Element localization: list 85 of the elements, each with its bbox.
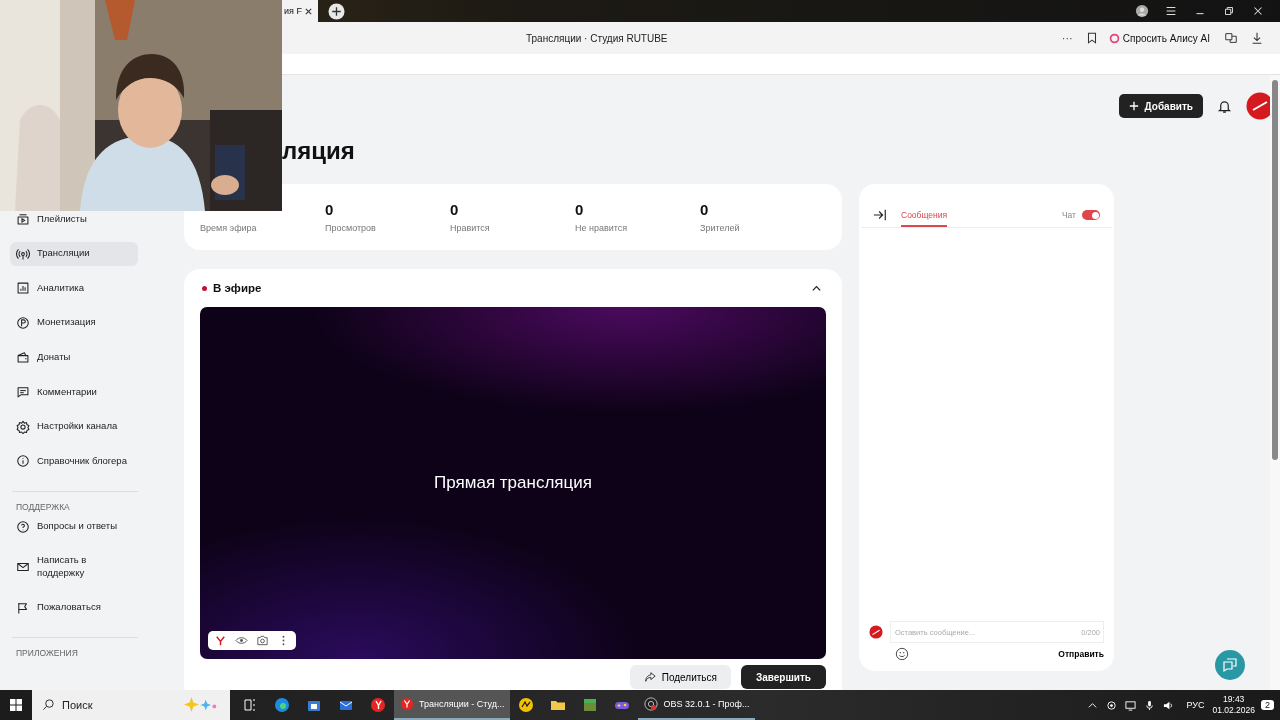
send-button[interactable]: Отправить: [1058, 649, 1104, 659]
yandex-app-icon: [400, 697, 414, 711]
taskbar-app[interactable]: OBS 32.0.1 - Проф...: [638, 690, 756, 720]
stat-label: Время эфира: [200, 223, 258, 233]
avatar: [869, 625, 883, 639]
stat-label: Просмотров: [325, 223, 377, 233]
section-heading: ПОДДЕРЖКА: [16, 501, 71, 512]
ask-alice-button[interactable]: Спросить Алису AI: [1104, 30, 1214, 46]
emoji-icon[interactable]: [895, 647, 909, 661]
sidebar-item[interactable]: Комментарии: [10, 384, 138, 399]
messages-tab[interactable]: Сообщения: [901, 203, 948, 227]
microphone-icon[interactable]: [1144, 699, 1156, 711]
sidebar-item[interactable]: Плейлисты: [10, 212, 138, 226]
chat-help-button[interactable]: [1215, 650, 1245, 680]
chart-icon: [16, 281, 30, 296]
comment-icon: [16, 384, 30, 399]
task-view-icon[interactable]: [242, 697, 258, 713]
collapse-icon[interactable]: [873, 208, 887, 222]
sidebar-item[interactable]: Написать в поддержку: [10, 554, 138, 580]
camera-icon[interactable]: [256, 634, 269, 647]
chat-toggle[interactable]: [1082, 210, 1100, 220]
notification-badge[interactable]: 2: [1261, 700, 1274, 710]
sidebar-item[interactable]: Аналитика: [10, 281, 138, 296]
stat-label: Зрителей: [700, 223, 741, 233]
stat-value: 0: [700, 201, 710, 219]
help-icon: [16, 519, 30, 534]
windows-start-icon[interactable]: [8, 697, 24, 713]
video-player[interactable]: Прямая трансляция: [200, 307, 826, 659]
download-icon[interactable]: [1250, 31, 1264, 45]
flag-icon: [16, 600, 30, 615]
page-heading: ляция: [282, 137, 356, 165]
page-title: Трансляции · Студия RUTUBE: [526, 32, 668, 44]
live-status: В эфире: [213, 282, 262, 294]
stat-value: 0: [325, 201, 335, 219]
yandex-app-icon[interactable]: [370, 697, 386, 713]
search-field[interactable]: Поиск: [32, 690, 230, 720]
language-indicator[interactable]: РУС: [1186, 700, 1205, 710]
clock-time: 19:43: [1223, 694, 1245, 705]
stat-label: Нравится: [450, 223, 491, 233]
app-icon: [644, 697, 659, 711]
share-icon: [643, 671, 656, 683]
settings-icon: [16, 419, 30, 434]
tray-app-icon[interactable]: [1106, 699, 1118, 711]
sidebar-item[interactable]: Монетизация: [10, 315, 138, 330]
stat-label: Не нравится: [575, 223, 629, 233]
section-heading: ПРИЛОЖЕНИЯ: [16, 648, 79, 659]
wallet-icon: [16, 350, 30, 365]
more-button[interactable]: ···: [1061, 32, 1073, 44]
sidebar-item[interactable]: Пожаловаться: [10, 600, 138, 615]
sidebar-item[interactable]: Вопросы и ответы: [10, 519, 138, 534]
scrollbar[interactable]: [1270, 75, 1280, 690]
stat-value: 0: [575, 201, 585, 219]
y-logo-icon[interactable]: [214, 634, 227, 647]
profile-icon[interactable]: [1135, 4, 1149, 18]
plus-icon: [1128, 101, 1139, 111]
add-button[interactable]: Добавить: [1118, 94, 1203, 118]
restore-icon[interactable]: [1222, 4, 1236, 18]
eye-icon[interactable]: [235, 634, 248, 647]
browser-app-icon[interactable]: [274, 697, 290, 713]
translate-icon[interactable]: [1224, 31, 1238, 45]
broadcast-icon: [16, 246, 30, 261]
info-icon: [16, 454, 30, 469]
share-button[interactable]: Поделиться: [629, 665, 731, 689]
stat-value: 0: [450, 201, 460, 219]
sidebar-item[interactable]: Настройки канала: [10, 419, 138, 434]
bell-icon[interactable]: [1217, 98, 1232, 114]
sidebar-item[interactable]: Трансляции: [10, 241, 138, 266]
speaker-icon[interactable]: [1163, 699, 1175, 711]
ring-icon: [1108, 32, 1120, 44]
menu-icon[interactable]: [1164, 4, 1178, 18]
close-icon[interactable]: [303, 6, 313, 16]
clock-date: 01.02.2026: [1212, 705, 1255, 716]
taskbar-app[interactable]: Трансляции - Студ...: [394, 690, 511, 720]
network-icon[interactable]: [1125, 699, 1137, 711]
ruble-icon: [16, 315, 30, 330]
sidebar-item[interactable]: Справочник блогера: [10, 454, 138, 469]
new-tab-button[interactable]: [328, 2, 345, 20]
toggle-label: Чат: [1061, 210, 1076, 220]
playlist-icon: [16, 212, 30, 226]
video-title: Прямая трансляция: [434, 473, 592, 493]
game-app-icon[interactable]: [582, 697, 599, 713]
app-icon[interactable]: [518, 697, 535, 713]
finish-button[interactable]: Завершить: [740, 665, 826, 689]
sidebar-item[interactable]: Донаты: [10, 350, 138, 365]
browser-tab[interactable]: ия F: [282, 0, 318, 22]
